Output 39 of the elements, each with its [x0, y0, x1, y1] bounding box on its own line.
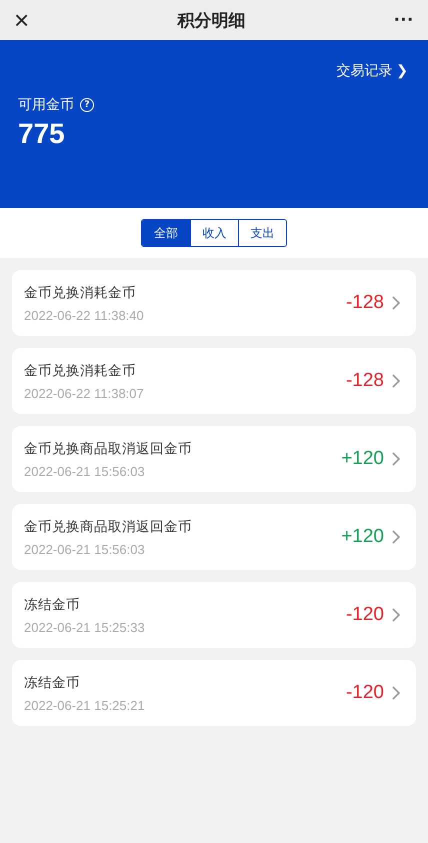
- record-title: 冻结金币: [24, 596, 81, 614]
- record-amount: -128: [346, 292, 384, 314]
- record-time: 2022-06-22 11:38:07: [24, 386, 145, 400]
- record-amount: -128: [346, 370, 384, 392]
- record-amount: +120: [341, 448, 384, 470]
- chevron-icon: [392, 296, 400, 310]
- page-title: 积分明细: [178, 10, 246, 32]
- chevron-icon: [392, 686, 400, 700]
- chevron-icon: [392, 374, 400, 388]
- record-amount: +120: [341, 526, 384, 548]
- close-button[interactable]: ×: [14, 7, 30, 33]
- chevron-icon: [392, 530, 400, 544]
- record-card[interactable]: 金币兑换消耗金币 2022-06-22 11:38:07 -128: [12, 348, 416, 414]
- more-button[interactable]: ···: [394, 10, 414, 30]
- chevron-icon: [392, 452, 400, 466]
- filter-tab[interactable]: 全部: [142, 220, 190, 246]
- record-time: 2022-06-21 15:56:03: [24, 464, 146, 478]
- record-time: 2022-06-21 15:25:33: [24, 620, 146, 634]
- chevron-icon: [392, 608, 400, 622]
- filter-tab[interactable]: 支出: [238, 220, 286, 246]
- record-time: 2022-06-21 15:56:03: [24, 542, 146, 556]
- record-title: 金币兑换商品取消返回金币: [24, 518, 193, 536]
- record-title: 金币兑换商品取消返回金币: [24, 440, 193, 458]
- balance-value: 775: [18, 118, 66, 150]
- record-time: 2022-06-22 11:38:40: [24, 308, 145, 322]
- record-card[interactable]: 金币兑换商品取消返回金币 2022-06-21 15:56:03 +120: [12, 504, 416, 570]
- record-card[interactable]: 冻结金币 2022-06-21 15:25:21 -120: [12, 660, 416, 726]
- record-title: 金币兑换消耗金币: [24, 362, 137, 380]
- record-amount: -120: [346, 682, 384, 704]
- transaction-records-link[interactable]: 交易记录 ❯: [336, 62, 408, 80]
- record-card[interactable]: 冻结金币 2022-06-21 15:25:33 -120: [12, 582, 416, 648]
- record-card[interactable]: 金币兑换商品取消返回金币 2022-06-21 15:56:03 +120: [12, 426, 416, 492]
- help-icon[interactable]: ?: [80, 98, 94, 112]
- balance-label: 可用金币: [18, 96, 74, 114]
- record-title: 金币兑换消耗金币: [24, 284, 137, 302]
- record-card[interactable]: 金币兑换消耗金币 2022-06-22 11:38:40 -128: [12, 270, 416, 336]
- record-title: 冻结金币: [24, 674, 81, 692]
- record-amount: -120: [346, 604, 384, 626]
- record-time: 2022-06-21 15:25:21: [24, 698, 146, 712]
